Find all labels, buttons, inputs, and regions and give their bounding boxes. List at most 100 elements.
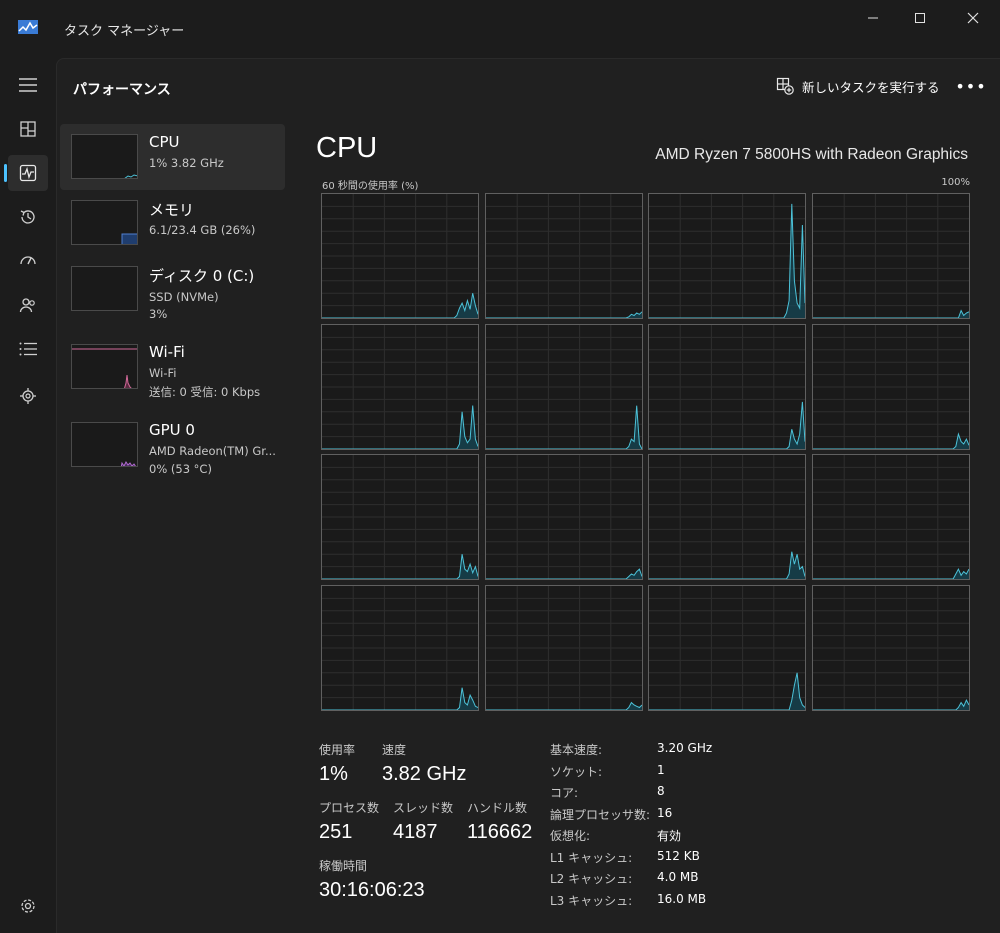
cpu-core-line (485, 701, 642, 711)
cpu-core-area (649, 672, 806, 711)
cpu-core-area (322, 687, 478, 711)
sidebar-item-wifi[interactable]: Wi-Fi Wi-Fi 送信: 0 受信: 0 Kbps (60, 334, 285, 400)
sidebar-item-disk[interactable]: ディスク 0 (C:) SSD (NVMe) 3% (60, 256, 285, 322)
nav-rail (0, 58, 56, 933)
app-history-icon (20, 210, 35, 224)
cpu-core-graph (648, 323, 807, 450)
nav-settings[interactable] (8, 888, 48, 924)
gpu-thumbnail (71, 422, 138, 467)
cpu-core-graph-svg (812, 455, 969, 580)
usage-label: 使用率 (319, 743, 356, 757)
cpu-core-area (812, 569, 969, 580)
cpu-core-graph (321, 323, 479, 450)
nav-services[interactable] (8, 378, 48, 414)
cpu-core-line (812, 568, 969, 580)
nav-startup[interactable] (8, 243, 48, 279)
cpu-core-graph-svg (649, 194, 806, 318)
cpu-core-graph-svg (812, 324, 969, 449)
cpu-model-name: AMD Ryzen 7 5800HS with Radeon Graphics (655, 146, 968, 163)
cpu-core-line (322, 687, 478, 711)
spec-label: 基本速度: (550, 743, 603, 757)
nav-app-history[interactable] (8, 199, 48, 235)
spec-value: 4.0 MB (657, 870, 699, 884)
processes-icon (20, 121, 36, 137)
spec-label: L1 キャッシュ: (550, 851, 633, 865)
cpu-core-line (812, 699, 969, 711)
cpu-core-graph-svg (485, 194, 642, 318)
cpu-core-graph-svg (322, 324, 478, 449)
details-icon (19, 342, 37, 356)
sidebar-item-label: ディスク 0 (C:) (149, 267, 255, 285)
sidebar-item-detail-2: 0% (53 °C) (149, 462, 212, 476)
spec-value: 有効 (657, 829, 682, 843)
uptime-label: 稼働時間 (319, 859, 368, 873)
process-count-label: プロセス数 (319, 801, 380, 815)
cpu-core-graph (321, 454, 479, 581)
sidebar-item-label: CPU (149, 133, 180, 151)
cpu-core-graph (321, 585, 479, 712)
cpu-thumbnail (71, 134, 138, 179)
cpu-core-graph (811, 323, 970, 450)
maximize-button[interactable] (897, 6, 943, 30)
nav-users[interactable] (8, 287, 48, 323)
cpu-core-graph-svg (812, 194, 969, 318)
spec-label: ソケット: (550, 765, 603, 779)
cpu-thumbnail-graph (124, 174, 137, 178)
wifi-thumbnail-graph (72, 348, 137, 388)
sidebar-item-detail: Wi-Fi (149, 366, 177, 380)
spec-label: L2 キャッシュ: (550, 872, 633, 886)
more-options-button[interactable]: ••• (955, 74, 985, 98)
sidebar-item-memory[interactable]: メモリ 6.1/23.4 GB (26%) (60, 190, 285, 256)
thread-count-value: 4187 (393, 821, 438, 843)
sidebar-item-detail: 6.1/23.4 GB (26%) (149, 223, 256, 237)
nav-processes[interactable] (8, 111, 48, 147)
cpu-core-line (485, 311, 642, 318)
close-button[interactable] (950, 6, 996, 30)
nav-details[interactable] (8, 331, 48, 367)
cpu-core-graph-svg (485, 324, 642, 449)
cpu-core-area (812, 700, 969, 711)
cpu-core-graph (811, 454, 970, 581)
cpu-core-graph (811, 585, 970, 712)
cpu-core-area (649, 401, 806, 449)
spec-label: 仮想化: (550, 829, 591, 843)
new-task-button[interactable]: 新しいタスクを実行する (776, 74, 940, 98)
nav-performance[interactable] (8, 155, 48, 191)
minimize-button[interactable] (850, 6, 896, 30)
window-title: タスク マネージャー (64, 24, 185, 39)
spec-label: コア: (550, 786, 579, 800)
cpu-core-graph-svg (649, 455, 806, 580)
task-manager-app-icon (18, 20, 38, 34)
spec-value: 1 (657, 763, 665, 777)
cpu-core-area (812, 310, 969, 318)
spec-value: 16.0 MB (657, 892, 707, 906)
cpu-core-line (485, 568, 642, 580)
sidebar-item-detail: 1% 3.82 GHz (149, 156, 224, 170)
cpu-core-line (649, 401, 806, 449)
cpu-core-graph (321, 193, 479, 319)
cpu-core-graph-svg (485, 455, 642, 580)
spec-value: 3.20 GHz (657, 741, 713, 755)
cpu-core-graph (648, 585, 807, 712)
cpu-core-line (812, 309, 969, 318)
cpu-core-graph-svg (649, 586, 806, 711)
hamburger-button[interactable] (8, 67, 48, 103)
cpu-core-graph-svg (649, 324, 806, 449)
spec-label: 論理プロセッサ数: (550, 808, 651, 822)
page-title: パフォーマンス (73, 82, 171, 98)
sidebar-item-cpu[interactable]: CPU 1% 3.82 GHz (60, 124, 285, 190)
cpu-core-area (649, 203, 806, 318)
minimize-icon (868, 17, 878, 19)
sidebar-item-gpu[interactable]: GPU 0 AMD Radeon(TM) Gr... 0% (53 °C) (60, 412, 285, 478)
cpu-core-area (485, 702, 642, 711)
sidebar-item-detail-2: 送信: 0 受信: 0 Kbps (149, 385, 261, 399)
cpu-core-line (649, 551, 806, 580)
graph-caption: 60 秒間の使用率 (%) (322, 181, 419, 192)
cpu-core-graph-svg (812, 586, 969, 711)
hamburger-icon (19, 78, 37, 92)
gpu-thumbnail-graph (120, 461, 136, 466)
cpu-core-graph (811, 193, 970, 319)
services-icon (20, 388, 36, 404)
cpu-core-line (649, 672, 806, 711)
handle-count-value: 116662 (467, 821, 533, 843)
